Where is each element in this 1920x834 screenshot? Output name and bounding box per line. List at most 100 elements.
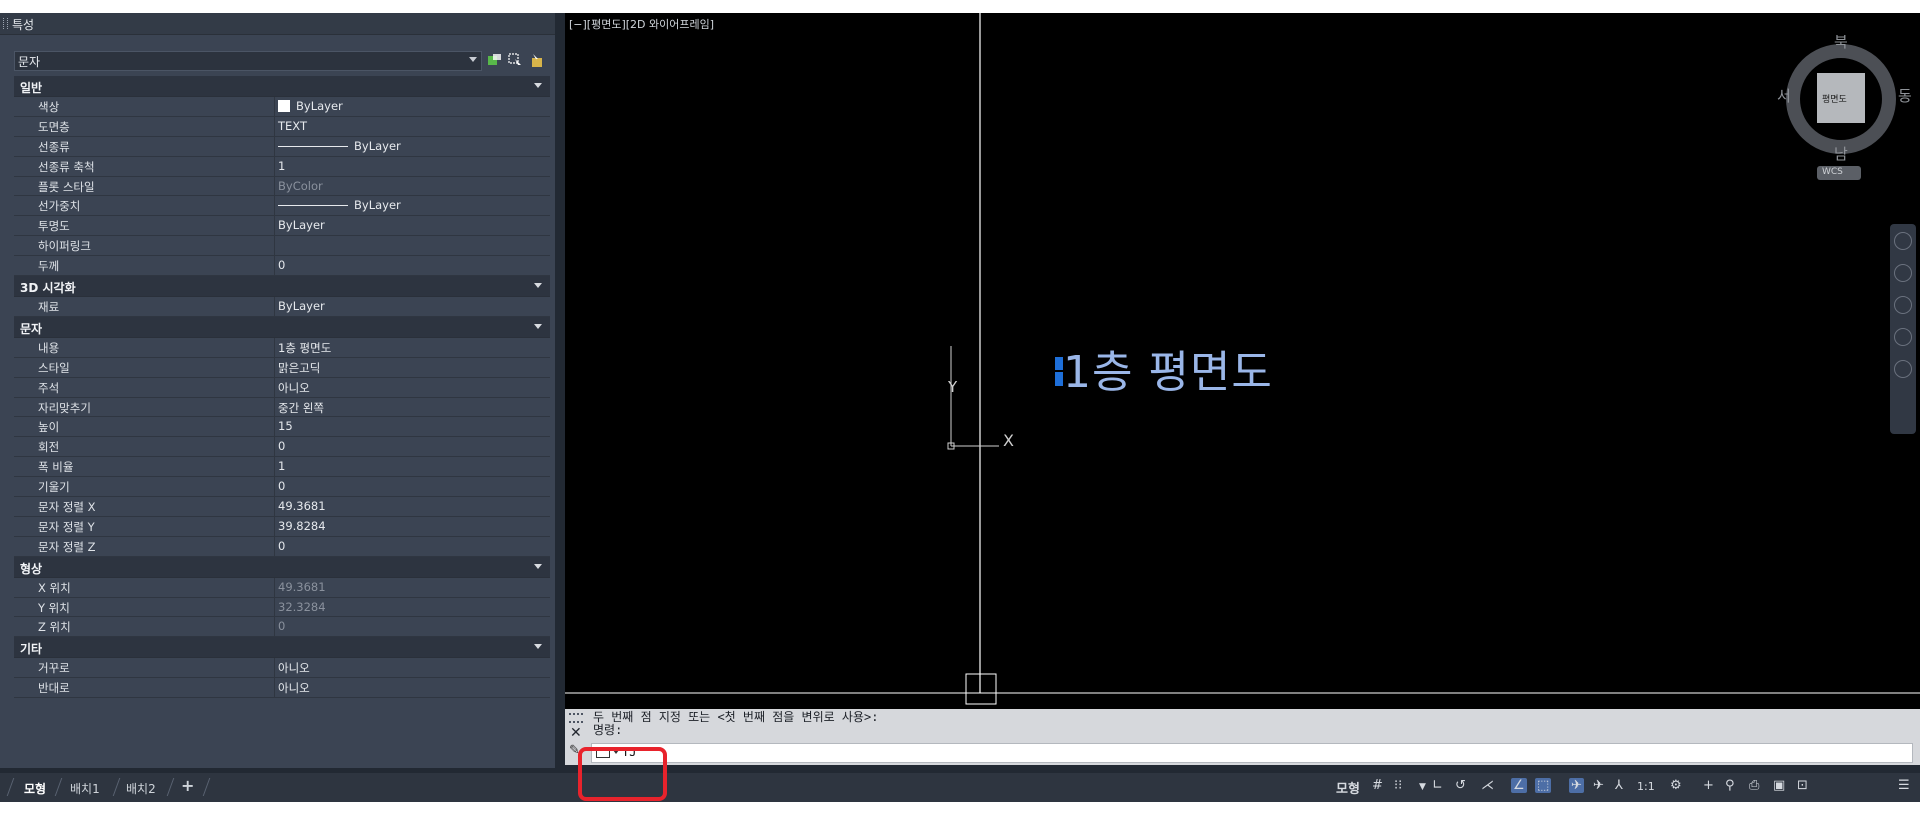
isodraft-icon[interactable]: ⋌ <box>1481 778 1494 793</box>
steering-wheel-icon[interactable] <box>1894 232 1912 250</box>
property-row[interactable]: 높이 15 <box>14 417 550 438</box>
property-value[interactable]: 아니오 <box>278 680 310 696</box>
orbit-icon[interactable] <box>1894 328 1912 346</box>
property-value[interactable]: 1 <box>278 159 285 173</box>
property-row[interactable]: 문자 정렬 Y 39.8284 <box>14 516 550 537</box>
property-category[interactable]: 형상 <box>14 556 550 578</box>
tab-layout1[interactable]: 배치1 <box>70 780 100 797</box>
snap-icon[interactable]: ⁝⁝ <box>1394 778 1402 793</box>
model-space-button[interactable]: 모형 <box>1336 778 1360 797</box>
property-value[interactable]: ByLayer <box>278 299 325 313</box>
object-snap-icon[interactable]: ⬚ <box>1535 778 1552 793</box>
property-row[interactable]: Z 위치 0 <box>14 617 550 638</box>
object-snap-tracking-icon[interactable]: ∠ <box>1511 778 1527 793</box>
property-row[interactable]: 플롯 스타일 ByColor <box>14 176 550 197</box>
property-value[interactable]: 아니오 <box>278 380 310 396</box>
collapse-chevron-icon[interactable] <box>534 323 542 329</box>
annotation-scale-icon[interactable]: ⅄ <box>1615 778 1623 793</box>
property-row[interactable]: 도면층 TEXT <box>14 116 550 137</box>
palette-grip[interactable] <box>3 18 8 29</box>
collapse-chevron-icon[interactable] <box>534 83 542 88</box>
property-value[interactable]: ByLayer <box>278 139 401 153</box>
property-value[interactable]: 중간 왼쪽 <box>278 400 324 416</box>
property-category[interactable]: 기타 <box>14 637 550 659</box>
property-row[interactable]: X 위치 49.3681 <box>14 577 550 598</box>
property-row[interactable]: 문자 정렬 X 49.3681 <box>14 497 550 517</box>
property-row[interactable]: 거꾸로 아니오 <box>14 658 550 679</box>
property-value[interactable]: 49.3681 <box>278 499 326 513</box>
showmotion-icon[interactable] <box>1894 360 1912 378</box>
property-row[interactable]: 선가중치 ByLayer <box>14 196 550 217</box>
property-row[interactable]: 기울기 0 <box>14 477 550 498</box>
pan-icon[interactable] <box>1894 264 1912 282</box>
property-value[interactable]: 1층 평면도 <box>278 340 331 356</box>
property-category[interactable]: 문자 <box>14 316 550 338</box>
property-value[interactable]: 1 <box>278 459 285 473</box>
annotation-visibility-icon[interactable]: ✈ <box>1569 778 1584 793</box>
property-row[interactable]: 두께 0 <box>14 256 550 277</box>
property-value[interactable]: 0 <box>278 439 285 453</box>
hardware-acceleration-icon[interactable]: ⎙ <box>1749 778 1759 793</box>
ortho-icon[interactable]: ∟ <box>1432 778 1443 793</box>
property-row[interactable]: 회전 0 <box>14 437 550 458</box>
collapse-chevron-icon[interactable] <box>534 563 542 569</box>
viewcube-north[interactable]: 북 <box>1834 31 1848 52</box>
grid-icon[interactable]: # <box>1372 778 1383 793</box>
property-value[interactable]: 39.8284 <box>278 519 326 533</box>
tab-layout2[interactable]: 배치2 <box>126 780 156 797</box>
plus-icon[interactable]: + <box>1703 778 1714 793</box>
chevron-down-icon[interactable]: ▼ <box>1419 782 1426 792</box>
property-row[interactable]: 스타일 맑은고딕 <box>14 357 550 378</box>
property-row[interactable]: 투명도 ByLayer <box>14 216 550 237</box>
text-object[interactable]: 1층 평면도 <box>1063 336 1273 400</box>
tab-model[interactable]: 모형 <box>24 780 46 797</box>
quick-select-icon[interactable] <box>530 53 545 68</box>
property-row[interactable]: 선종류 ByLayer <box>14 136 550 157</box>
gear-icon[interactable]: ⚙ <box>1670 778 1682 793</box>
property-category[interactable]: 3D 시각화 <box>14 276 550 298</box>
property-row[interactable]: 색상 ByLayer <box>14 97 550 117</box>
isolate-objects-icon[interactable]: ⚲ <box>1725 778 1735 793</box>
property-value[interactable]: 맑은고딕 <box>278 360 320 376</box>
property-row[interactable]: 문자 정렬 Z 0 <box>14 536 550 557</box>
select-objects-icon[interactable] <box>508 53 523 68</box>
property-value[interactable]: 0 <box>278 479 285 493</box>
clean-screen-icon[interactable]: ▣ <box>1773 778 1785 793</box>
property-row[interactable]: 재료 ByLayer <box>14 297 550 317</box>
property-value[interactable]: ByLayer <box>278 99 343 113</box>
viewcube-south[interactable]: 남 <box>1834 143 1848 164</box>
property-category[interactable]: 일반 <box>14 76 550 97</box>
drawing-viewport[interactable]: [−][평면도][2D 와이어프레임] Y X 1층 평면도 북 남 동 서 평… <box>565 13 1920 709</box>
auto-scale-icon[interactable]: ✈ <box>1593 778 1604 793</box>
collapse-chevron-icon[interactable] <box>534 644 542 650</box>
object-type-dropdown[interactable]: 문자 <box>14 51 482 71</box>
property-value[interactable]: 15 <box>278 419 293 433</box>
property-row[interactable]: 자리맞추기 중간 왼쪽 <box>14 397 550 418</box>
add-layout-button[interactable]: + <box>181 776 194 795</box>
collapse-chevron-icon[interactable] <box>534 283 542 289</box>
viewcube-east[interactable]: 동 <box>1898 85 1912 106</box>
property-row[interactable]: Y 위치 32.3284 <box>14 597 550 618</box>
property-row[interactable]: 내용 1층 평면도 <box>14 337 550 358</box>
command-input[interactable]: TJ <box>591 743 1913 763</box>
property-value[interactable]: ByLayer <box>278 218 325 232</box>
polar-tracking-icon[interactable]: ↺ <box>1455 778 1466 793</box>
property-value[interactable]: 아니오 <box>278 660 310 676</box>
property-row[interactable]: 폭 비율 1 <box>14 457 550 478</box>
zoom-icon[interactable] <box>1894 296 1912 314</box>
property-value[interactable]: TEXT <box>278 119 307 133</box>
close-icon[interactable]: ✕ <box>570 725 582 741</box>
fullscreen-icon[interactable]: ⊡ <box>1797 778 1808 793</box>
command-line-grip[interactable] <box>569 713 583 723</box>
hamburger-menu-icon[interactable]: ☰ <box>1898 778 1910 793</box>
property-row[interactable]: 주석 아니오 <box>14 377 550 398</box>
property-value[interactable]: 0 <box>278 258 285 272</box>
navigation-bar[interactable] <box>1890 224 1916 434</box>
property-row[interactable]: 하이퍼링크 <box>14 236 550 257</box>
property-row[interactable]: 선종류 축척 1 <box>14 156 550 177</box>
property-row[interactable]: 반대로 아니오 <box>14 678 550 699</box>
annotation-scale-value[interactable]: 1:1 <box>1637 780 1655 793</box>
property-value[interactable]: 0 <box>278 539 285 553</box>
toggle-pickadd-icon[interactable] <box>487 53 502 68</box>
viewcube-west[interactable]: 서 <box>1777 85 1791 106</box>
